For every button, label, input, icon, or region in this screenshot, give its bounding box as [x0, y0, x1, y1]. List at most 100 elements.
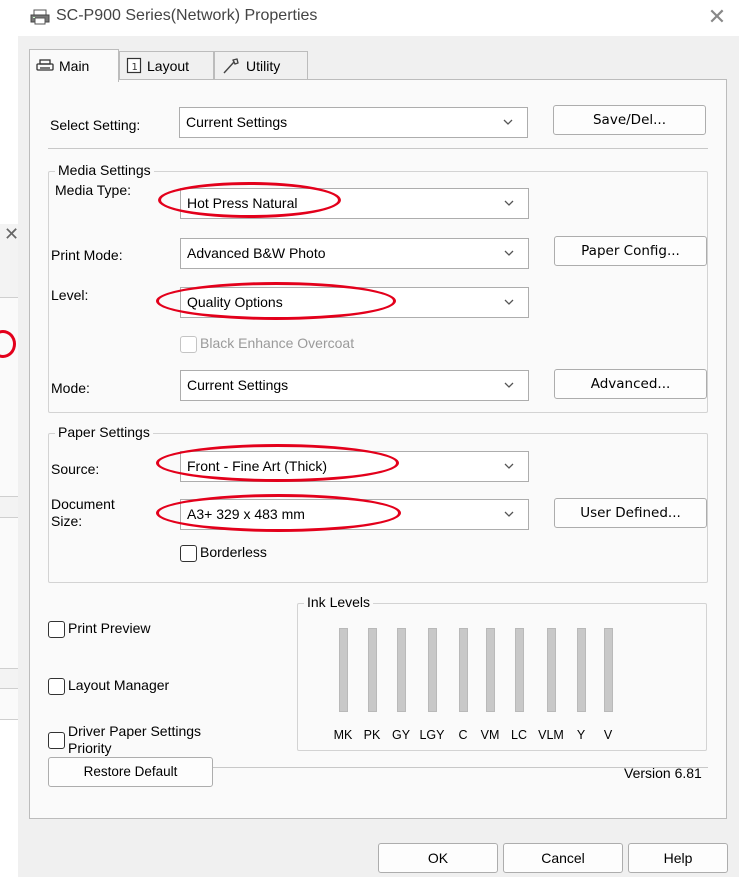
chevron-down-icon [504, 463, 514, 469]
print-preview-checkbox[interactable]: Print Preview [48, 620, 150, 638]
document-size-label-line1: Document [51, 496, 115, 512]
background-button[interactable] [0, 688, 19, 720]
background-close-icon[interactable]: ✕ [4, 224, 19, 245]
background-panel-middle [0, 517, 19, 669]
document-size-dropdown[interactable]: A3+ 329 x 483 mm [180, 499, 529, 530]
top-separator [48, 148, 708, 149]
ink-label-pk: PK [363, 728, 381, 742]
tab-utility-label: Utility [246, 57, 281, 74]
driver-paper-priority-line2: Priority [68, 740, 112, 756]
main-tab-panel: Select Setting: Current Settings Save/De… [29, 79, 727, 819]
media-settings-group: Media Settings Media Type: Hot Press Nat… [48, 162, 708, 413]
help-button[interactable]: Help [628, 843, 728, 873]
mode-dropdown[interactable]: Current Settings [180, 370, 529, 401]
chevron-down-icon [504, 200, 514, 206]
paper-config-button[interactable]: Paper Config... [554, 236, 707, 266]
ok-button[interactable]: OK [378, 843, 498, 873]
driver-paper-priority-text: Driver Paper Settings Priority [68, 723, 201, 757]
source-value: Front - Fine Art (Thick) [187, 458, 328, 474]
ink-bar-pk [368, 628, 377, 712]
chevron-down-icon [504, 250, 514, 256]
printer-icon [36, 59, 54, 71]
select-setting-dropdown[interactable]: Current Settings [179, 107, 528, 138]
properties-window: SC-P900 Series(Network) Properties ✕ Mai… [18, 0, 739, 877]
borderless-label: Borderless [200, 544, 267, 560]
ink-bar-lc [515, 628, 524, 712]
ink-label-c: C [458, 728, 468, 742]
ink-label-lgy: LGY [419, 728, 445, 742]
layout-manager-checkbox[interactable]: Layout Manager [48, 677, 169, 695]
chevron-down-icon [504, 299, 514, 305]
tab-main-label: Main [59, 58, 90, 74]
ink-bar-gy [397, 628, 406, 712]
ink-label-vlm: VLM [538, 728, 564, 742]
ink-bar-vlm [547, 628, 556, 712]
tab-main[interactable]: Main [29, 49, 119, 82]
document-size-label-line2: Size: [51, 513, 83, 529]
layout-page-icon: 1 [126, 57, 142, 74]
ink-bar-v [604, 628, 613, 712]
background-panel-top [0, 297, 19, 497]
ink-bar-y [577, 628, 586, 712]
chevron-down-icon [504, 511, 514, 517]
black-enhance-overcoat-label: Black Enhance Overcoat [200, 335, 355, 351]
level-label: Level: [51, 287, 89, 303]
wrench-icon [223, 57, 239, 73]
checkbox-box [48, 732, 65, 749]
ink-label-lc: LC [511, 728, 527, 742]
layout-manager-label: Layout Manager [68, 677, 170, 693]
ink-label-y: Y [576, 728, 586, 742]
tab-layout-label: Layout [147, 57, 190, 74]
paper-settings-group: Paper Settings Source: Front - Fine Art … [48, 424, 708, 583]
checkbox-box [180, 336, 197, 353]
paper-settings-title: Paper Settings [55, 424, 153, 440]
restore-default-button[interactable]: Restore Default [48, 757, 213, 787]
print-mode-value: Advanced B&W Photo [187, 245, 326, 261]
mode-value: Current Settings [187, 377, 289, 393]
advanced-button[interactable]: Advanced... [554, 369, 707, 399]
media-type-value: Hot Press Natural [187, 195, 298, 211]
source-label: Source: [51, 461, 100, 477]
cancel-button[interactable]: Cancel [503, 843, 623, 873]
media-type-dropdown[interactable]: Hot Press Natural [180, 188, 529, 219]
level-value: Quality Options [187, 294, 283, 310]
ink-bar-mk [339, 628, 348, 712]
ink-bar-lgy [428, 628, 437, 712]
chevron-down-icon [503, 119, 513, 125]
svg-text:1: 1 [132, 62, 138, 73]
print-mode-dropdown[interactable]: Advanced B&W Photo [180, 238, 529, 269]
version-label: Version 6.81 [624, 765, 702, 781]
media-settings-title: Media Settings [55, 162, 154, 178]
driver-paper-priority-line1: Driver Paper Settings [68, 723, 202, 739]
tab-utility[interactable]: Utility [214, 51, 308, 79]
title-bar: SC-P900 Series(Network) Properties ✕ [18, 0, 739, 36]
ink-label-v: V [603, 728, 613, 742]
user-defined-button[interactable]: User Defined... [554, 498, 707, 528]
checkbox-box [48, 621, 65, 638]
checkbox-box [180, 545, 197, 562]
ink-levels-group: Ink Levels MK PK GY LGY C VM LC VLM Y V [297, 594, 707, 751]
chevron-down-icon [504, 382, 514, 388]
checkbox-box [48, 678, 65, 695]
ink-bar-vm [486, 628, 495, 712]
media-type-label: Media Type: [55, 182, 132, 198]
select-setting-label: Select Setting: [50, 117, 141, 133]
driver-paper-priority-checkbox[interactable]: Driver Paper Settings Priority [48, 723, 201, 757]
ink-label-gy: GY [391, 728, 411, 742]
printer-app-icon [30, 9, 50, 25]
print-preview-label: Print Preview [68, 620, 151, 636]
borderless-checkbox[interactable]: Borderless [180, 544, 267, 562]
source-dropdown[interactable]: Front - Fine Art (Thick) [180, 451, 529, 482]
window-title: SC-P900 Series(Network) Properties [56, 7, 318, 24]
tab-layout[interactable]: 1 Layout [119, 51, 214, 79]
level-dropdown[interactable]: Quality Options [180, 287, 529, 318]
ink-label-mk: MK [333, 728, 353, 742]
black-enhance-overcoat-checkbox[interactable]: Black Enhance Overcoat [180, 335, 354, 353]
print-mode-label: Print Mode: [51, 247, 123, 263]
mode-label: Mode: [51, 380, 90, 396]
close-icon[interactable]: ✕ [705, 4, 729, 30]
ink-label-vm: VM [480, 728, 500, 742]
save-del-button[interactable]: Save/Del... [553, 105, 706, 135]
document-size-value: A3+ 329 x 483 mm [187, 506, 305, 522]
select-setting-value: Current Settings [186, 114, 288, 130]
